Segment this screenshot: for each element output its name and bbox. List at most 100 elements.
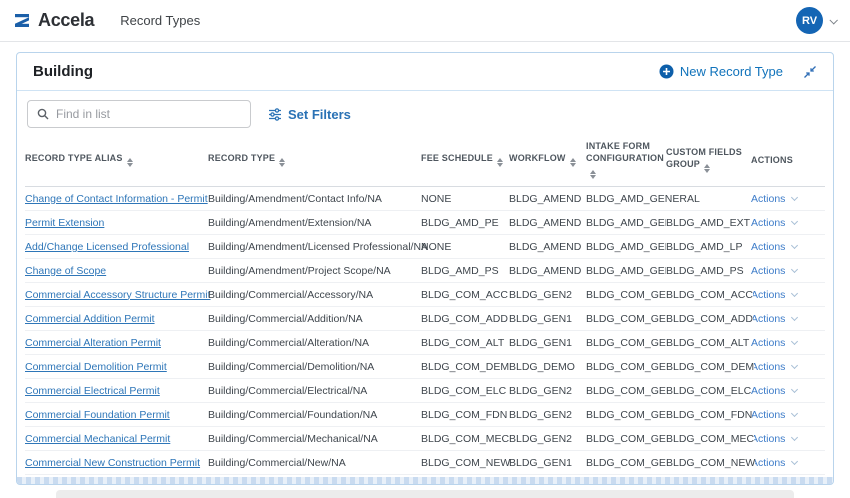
table-row: Commercial Mechanical PermitBuilding/Com… bbox=[25, 427, 825, 451]
actions-chevron-icon bbox=[791, 266, 798, 273]
workflow-value: BLDG_GEN1 bbox=[509, 457, 572, 469]
record-type-alias-link[interactable]: Commercial Mechanical Permit bbox=[25, 433, 170, 445]
panel-title: Building bbox=[33, 63, 93, 80]
record-type-alias-link[interactable]: Commercial New Construction Permit bbox=[25, 457, 200, 469]
sort-icon[interactable] bbox=[497, 158, 503, 167]
column-label: WORKFLOW bbox=[509, 153, 566, 163]
column-header-record-type-alias[interactable]: RECORD TYPE ALIAS bbox=[25, 136, 208, 187]
fee-schedule-value: BLDG_COM_NEW bbox=[421, 457, 510, 469]
intake-form-configuration-value: BLDG_COM_GEN bbox=[586, 409, 674, 421]
custom-fields-group-value: BLDG_COM_MEC bbox=[666, 433, 754, 445]
actions-menu-button[interactable]: Actions bbox=[751, 289, 785, 301]
actions-menu-button[interactable]: Actions bbox=[751, 241, 785, 253]
fee-schedule-value: BLDG_COM_MEC bbox=[421, 433, 509, 445]
actions-menu-button[interactable]: Actions bbox=[751, 385, 785, 397]
record-type-alias-link[interactable]: Permit Extension bbox=[25, 217, 104, 229]
workflow-value: BLDG_AMEND bbox=[509, 193, 581, 205]
actions-chevron-icon bbox=[791, 314, 798, 321]
workflow-value: BLDG_GEN1 bbox=[509, 337, 572, 349]
record-type-alias-link[interactable]: Commercial Addition Permit bbox=[25, 313, 155, 325]
actions-menu-button[interactable]: Actions bbox=[751, 361, 785, 373]
sort-icon[interactable] bbox=[279, 158, 285, 167]
actions-chevron-icon bbox=[791, 290, 798, 297]
sort-icon[interactable] bbox=[570, 158, 576, 167]
actions-menu-button[interactable]: Actions bbox=[751, 217, 785, 229]
record-type-alias-link[interactable]: Change of Contact Information - Permit bbox=[25, 193, 208, 205]
actions-menu-button[interactable]: Actions bbox=[751, 313, 785, 325]
search-input[interactable] bbox=[56, 107, 241, 121]
column-header-intake-form-configuration[interactable]: INTAKE FORM CONFIGURATION bbox=[586, 136, 666, 187]
custom-fields-group-value: BLDG_AMD_LP bbox=[666, 241, 742, 253]
custom-fields-group-value: BLDG_COM_ALT bbox=[666, 337, 749, 349]
new-record-type-label: New Record Type bbox=[680, 64, 783, 79]
record-type-value: Building/Commercial/Addition/NA bbox=[208, 313, 363, 325]
fee-schedule-value: NONE bbox=[421, 241, 451, 253]
table-row: Change of Scope Building/Amendment/Projec… bbox=[25, 259, 825, 283]
actions-menu-button[interactable]: Actions bbox=[751, 457, 785, 469]
record-type-alias-link[interactable]: Commercial Accessory Structure Permit bbox=[25, 289, 211, 301]
actions-chevron-icon bbox=[791, 386, 798, 393]
table-row: Commercial Electrical PermitBuilding/Com… bbox=[25, 379, 825, 403]
record-type-alias-link[interactable]: Change of Scope bbox=[25, 265, 106, 277]
workflow-value: BLDG_GEN2 bbox=[509, 433, 572, 445]
actions-menu-button[interactable]: Actions bbox=[751, 337, 785, 349]
custom-fields-group-value: BLDG_COM_NEW bbox=[666, 457, 755, 469]
table-toolbar: Set Filters bbox=[27, 100, 823, 128]
fee-schedule-value: BLDG_COM_DEM bbox=[421, 361, 509, 373]
fee-schedule-value: BLDG_AMD_PE bbox=[421, 217, 499, 229]
filters-icon bbox=[268, 108, 282, 121]
table-row: Commercial Addition Permit Building/Comme… bbox=[25, 307, 825, 331]
user-avatar[interactable]: RV bbox=[796, 7, 823, 34]
set-filters-button[interactable]: Set Filters bbox=[268, 107, 351, 122]
actions-chevron-icon bbox=[791, 194, 798, 201]
custom-fields-group-value: BLDG_COM_DEM bbox=[666, 361, 754, 373]
intake-form-configuration-value: BLDG_COM_GEN bbox=[586, 457, 674, 469]
custom-fields-group-value: BLDG_AMD_PS bbox=[666, 265, 744, 277]
workflow-value: BLDG_AMEND bbox=[509, 217, 581, 229]
record-type-value: Building/Amendment/Extension/NA bbox=[208, 217, 371, 229]
column-header-custom-fields-group[interactable]: CUSTOM FIELDS GROUP bbox=[666, 136, 751, 187]
collapse-arrows-icon bbox=[803, 65, 817, 79]
fee-schedule-value: BLDG_AMD_PS bbox=[421, 265, 499, 277]
custom-fields-group-value: BLDG_COM_ELC bbox=[666, 385, 751, 397]
actions-menu-button[interactable]: Actions bbox=[751, 433, 785, 445]
column-label: FEE SCHEDULE bbox=[421, 153, 493, 163]
new-record-type-button[interactable]: New Record Type bbox=[659, 64, 783, 79]
horizontal-scrollbar[interactable] bbox=[17, 477, 833, 484]
table-row: Commercial Alteration PermitBuilding/Com… bbox=[25, 331, 825, 355]
table-row: Commercial New Construction PermitBuildi… bbox=[25, 451, 825, 475]
record-type-alias-link[interactable]: Commercial Foundation Permit bbox=[25, 409, 170, 421]
fee-schedule-value: BLDG_COM_ALT bbox=[421, 337, 504, 349]
workflow-value: BLDG_GEN2 bbox=[509, 385, 572, 397]
column-header-fee-schedule[interactable]: FEE SCHEDULE bbox=[421, 136, 509, 187]
custom-fields-group-value: BLDG_COM_ACC bbox=[666, 289, 753, 301]
fee-schedule-value: NONE bbox=[421, 193, 451, 205]
record-type-alias-link[interactable]: Commercial Alteration Permit bbox=[25, 337, 161, 349]
table-row: Commercial Accessory Structure PermitBui… bbox=[25, 283, 825, 307]
sort-icon[interactable] bbox=[590, 170, 596, 179]
actions-chevron-icon bbox=[791, 362, 798, 369]
workflow-value: BLDG_GEN2 bbox=[509, 409, 572, 421]
record-type-value: Building/Amendment/Licensed Professional… bbox=[208, 241, 428, 253]
fee-schedule-value: BLDG_COM_ELC bbox=[421, 385, 506, 397]
actions-chevron-icon bbox=[791, 218, 798, 225]
actions-menu-button[interactable]: Actions bbox=[751, 265, 785, 277]
column-header-actions: ACTIONS bbox=[751, 136, 825, 187]
search-box bbox=[27, 100, 251, 128]
record-type-alias-link[interactable]: Add/Change Licensed Professional bbox=[25, 241, 189, 253]
record-type-value: Building/Amendment/Project Scope/NA bbox=[208, 265, 391, 277]
building-panel: Building New Record Type bbox=[16, 52, 834, 485]
column-header-record-type[interactable]: RECORD TYPE bbox=[208, 136, 421, 187]
column-header-workflow[interactable]: WORKFLOW bbox=[509, 136, 586, 187]
accela-logo: Accela bbox=[14, 10, 94, 31]
user-menu-chevron-icon[interactable] bbox=[829, 16, 837, 24]
record-type-alias-link[interactable]: Commercial Electrical Permit bbox=[25, 385, 160, 397]
fee-schedule-value: BLDG_COM_ACC bbox=[421, 289, 508, 301]
collapse-panel-button[interactable] bbox=[803, 65, 817, 79]
actions-menu-button[interactable]: Actions bbox=[751, 409, 785, 421]
actions-menu-button[interactable]: Actions bbox=[751, 193, 785, 205]
sort-icon[interactable] bbox=[127, 158, 133, 167]
plus-circle-icon bbox=[659, 64, 674, 79]
sort-icon[interactable] bbox=[704, 164, 710, 173]
record-type-alias-link[interactable]: Commercial Demolition Permit bbox=[25, 361, 167, 373]
